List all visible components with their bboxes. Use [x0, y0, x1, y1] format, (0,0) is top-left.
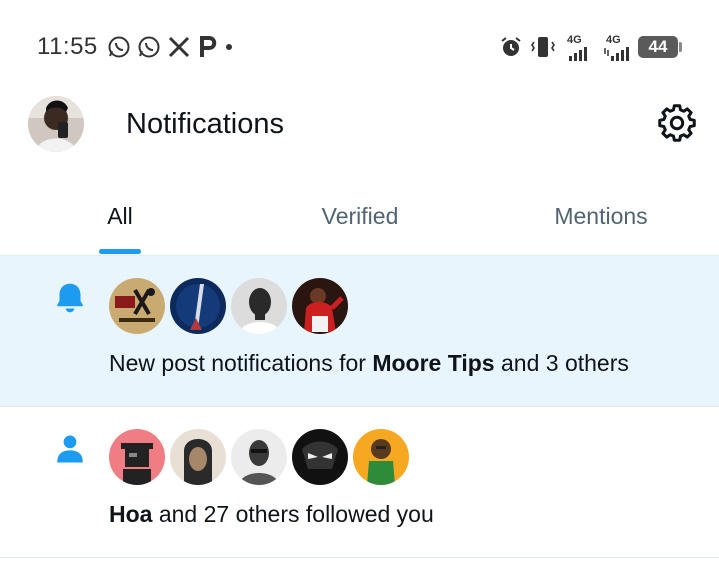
notification-item[interactable]: Hoa and 27 others followed you: [0, 407, 719, 558]
notification-text: New post notifications for Moore Tips an…: [109, 350, 629, 376]
avatar[interactable]: [109, 429, 165, 485]
notification-text: Hoa and 27 others followed you: [109, 501, 434, 527]
alarm-icon: [498, 34, 524, 60]
avatar[interactable]: [170, 429, 226, 485]
gear-icon: [658, 104, 696, 142]
signal-icon: [566, 40, 590, 66]
vibrate-icon: [528, 34, 558, 60]
battery-indicator: 44: [638, 36, 682, 58]
avatar[interactable]: [170, 278, 226, 334]
settings-button[interactable]: [656, 102, 698, 144]
x-icon: [167, 34, 191, 60]
avatar[interactable]: [231, 429, 287, 485]
notification-item[interactable]: New post notifications for Moore Tips an…: [0, 256, 719, 407]
tab-mentions[interactable]: Mentions: [480, 180, 719, 256]
notification-bold-name[interactable]: Hoa: [109, 501, 152, 527]
more-notifications-dot: [226, 44, 232, 50]
tab-bar: All Verified Mentions: [0, 180, 719, 256]
avatar[interactable]: [353, 429, 409, 485]
avatar[interactable]: [292, 278, 348, 334]
status-time: 11:55: [37, 33, 98, 60]
avatar[interactable]: [231, 278, 287, 334]
person-icon: [50, 429, 90, 469]
notification-bold-name[interactable]: Moore Tips: [372, 350, 494, 376]
p-icon: [198, 34, 218, 60]
tab-all[interactable]: All: [0, 180, 240, 256]
avatar[interactable]: [292, 429, 348, 485]
avatar[interactable]: [28, 96, 84, 152]
signal-icon: [602, 40, 630, 66]
whatsapp-icon: [136, 34, 162, 60]
whatsapp-icon: [106, 34, 132, 60]
bell-icon: [50, 278, 90, 318]
page-title: Notifications: [126, 108, 284, 140]
tab-label: Verified: [321, 203, 399, 229]
tab-verified[interactable]: Verified: [240, 180, 480, 256]
tab-label: All: [107, 203, 133, 229]
status-bar: 11:55 4G 4G 44: [0, 0, 719, 92]
tab-label: Mentions: [554, 203, 648, 229]
active-tab-indicator: [99, 249, 141, 254]
avatar[interactable]: [109, 278, 165, 334]
